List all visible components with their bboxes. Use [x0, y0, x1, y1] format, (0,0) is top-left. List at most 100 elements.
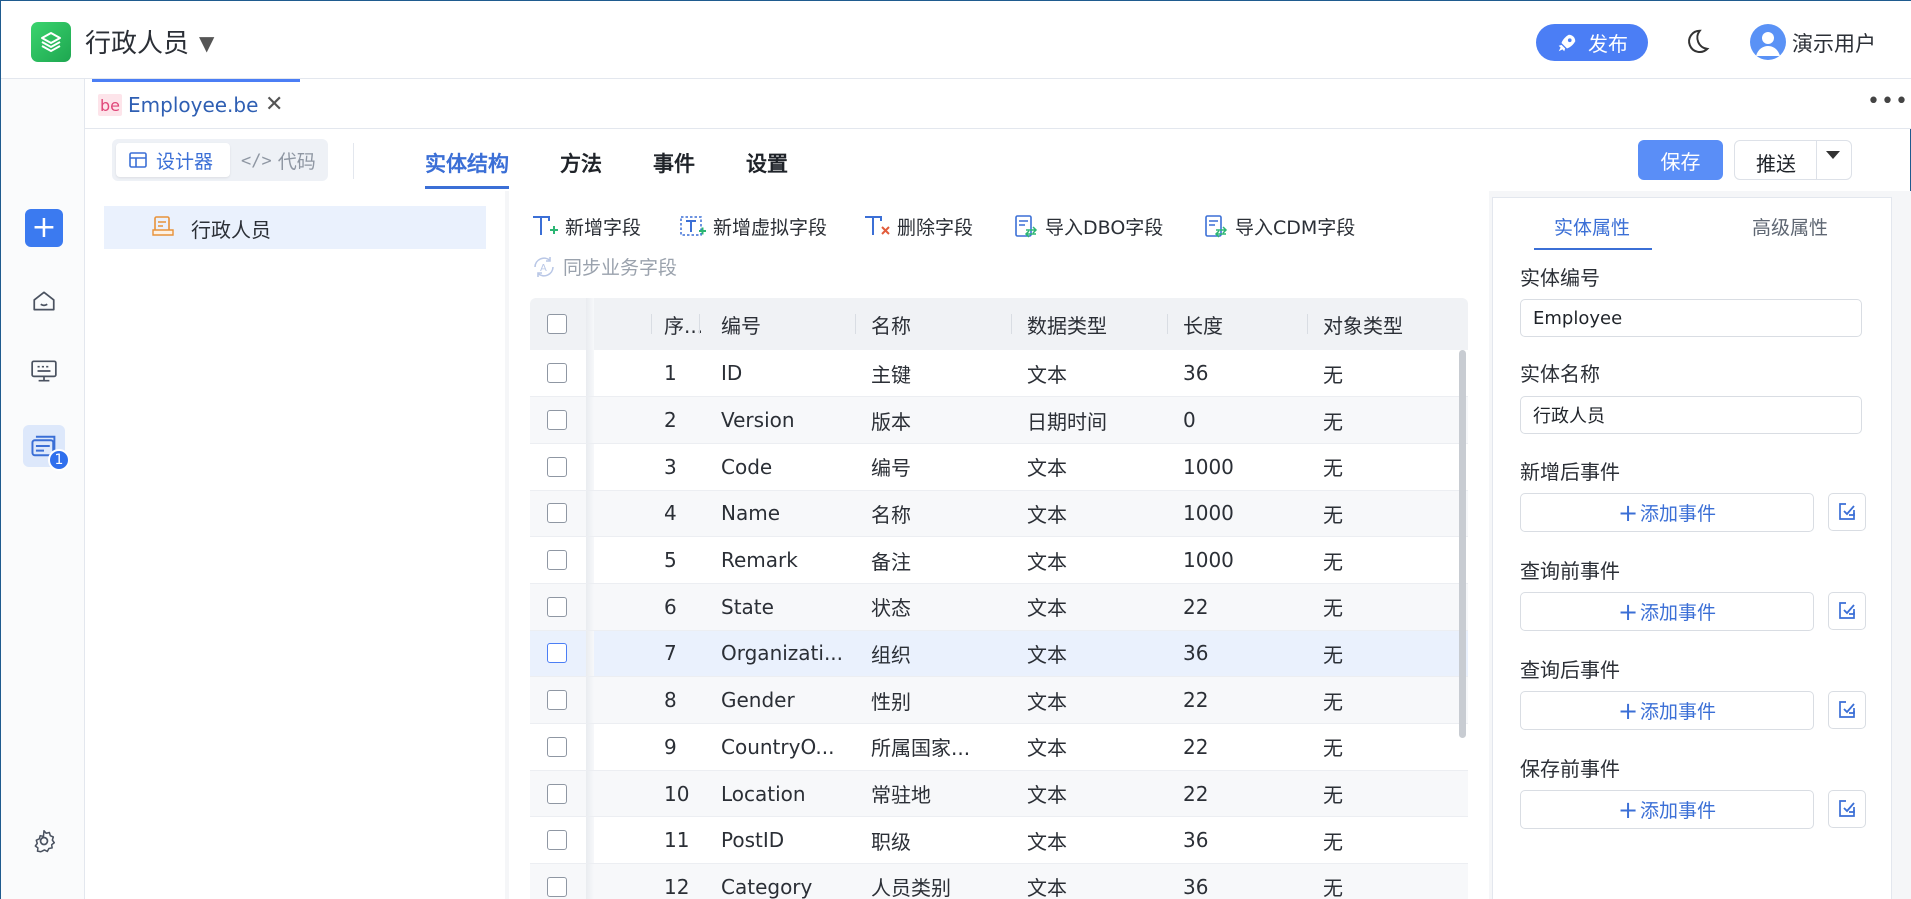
table-scrollbar[interactable]	[1459, 350, 1466, 738]
designer-toggle-button[interactable]: 设计器	[116, 143, 230, 177]
col-header-name[interactable]: 名称	[855, 298, 1011, 350]
table-row[interactable]: 9 CountryO... 所属国家... 文本 22 无	[530, 723, 1468, 771]
import-dbo-button[interactable]: 导入DBO字段	[1013, 213, 1163, 240]
app-switch-caret-icon[interactable]: ▼	[199, 31, 214, 55]
table-row[interactable]: 3 Code 编号 文本 1000 无	[530, 443, 1468, 491]
cell-name: 版本	[871, 409, 911, 434]
table-row[interactable]: 4 Name 名称 文本 1000 无	[530, 490, 1468, 537]
cell-datatype: 文本	[1027, 596, 1067, 621]
add-field-button[interactable]: 新增字段	[531, 213, 641, 240]
file-tab-employee[interactable]: Employee.be	[128, 93, 258, 117]
event-select-button[interactable]	[1828, 592, 1866, 630]
table-row[interactable]: 8 Gender 性别 文本 22 无	[530, 676, 1468, 724]
spacer-cell	[594, 724, 651, 771]
app-logo-icon[interactable]	[31, 22, 71, 62]
row-checkbox[interactable]	[547, 783, 567, 804]
col-header-code[interactable]: 编号	[699, 298, 855, 350]
delete-field-button[interactable]: 删除字段	[863, 213, 973, 240]
app-title[interactable]: 行政人员	[85, 23, 189, 60]
cell-seq: 9	[664, 734, 677, 759]
row-checkbox[interactable]	[547, 690, 567, 711]
event-select-button[interactable]	[1828, 790, 1866, 828]
tab-methods[interactable]: 方法	[560, 148, 602, 178]
cell-objtype: 无	[1323, 362, 1343, 387]
spacer-cell	[594, 864, 651, 899]
table-header-row: 序... 编号 名称 数据类型 长度 对象类型	[530, 298, 1468, 350]
add-event-label: 添加事件	[1640, 503, 1717, 525]
dark-mode-moon-icon[interactable]	[1681, 27, 1711, 61]
spacer-cell	[594, 350, 651, 397]
event-select-button[interactable]	[1828, 493, 1866, 531]
table-row[interactable]: 5 Remark 备注 文本 1000 无	[530, 536, 1468, 584]
entity-code-input[interactable]	[1520, 299, 1862, 337]
add-virtual-field-button[interactable]: 新增虚拟字段	[679, 213, 827, 240]
row-checkbox[interactable]	[547, 363, 567, 384]
import-cdm-button[interactable]: 导入CDM字段	[1203, 213, 1355, 240]
col-header-datatype[interactable]: 数据类型	[1011, 298, 1167, 350]
select-all-cell	[530, 298, 586, 350]
avatar[interactable]	[1750, 24, 1786, 60]
tree-item-label[interactable]: 行政人员	[191, 214, 271, 243]
cell-datatype: 文本	[1027, 642, 1067, 667]
row-checkbox[interactable]	[547, 643, 567, 664]
tab-entity-properties[interactable]: 实体属性	[1554, 213, 1630, 240]
create-plus-button[interactable]: +	[25, 209, 63, 247]
save-button[interactable]: 保存	[1638, 140, 1723, 180]
add-event-button[interactable]: + 添加事件	[1520, 493, 1814, 532]
row-checkbox[interactable]	[547, 876, 567, 897]
close-icon[interactable]: ✕	[265, 92, 283, 117]
row-checkbox[interactable]	[547, 596, 567, 617]
table-row[interactable]: 7 Organizati... 组织 文本 36 无	[530, 630, 1468, 677]
tab-settings[interactable]: 设置	[746, 148, 788, 178]
select-event-icon	[1839, 503, 1855, 520]
cell-name: 人员类别	[871, 876, 951, 899]
entity-name-input[interactable]	[1520, 396, 1862, 434]
monitor-icon[interactable]	[27, 354, 61, 388]
add-event-button[interactable]: + 添加事件	[1520, 790, 1814, 829]
col-header-objtype[interactable]: 对象类型	[1307, 298, 1468, 350]
select-all-checkbox[interactable]	[547, 314, 567, 334]
table-row[interactable]: 2 Version 版本 日期时间 0 无	[530, 396, 1468, 444]
tab-advanced-properties[interactable]: 高级属性	[1752, 213, 1828, 240]
push-dropdown-caret-icon[interactable]	[1826, 151, 1840, 159]
event-select-button[interactable]	[1828, 691, 1866, 729]
cell-code: CountryO...	[721, 734, 835, 759]
row-checkbox[interactable]	[547, 736, 567, 757]
home-icon[interactable]	[27, 284, 61, 318]
tab-events[interactable]: 事件	[653, 148, 695, 178]
code-toggle-button[interactable]: </> 代码	[241, 147, 316, 174]
table-row[interactable]: 1 ID 主键 文本 36 无	[530, 350, 1468, 397]
table-row[interactable]: 10 Location 常驻地 文本 22 无	[530, 770, 1468, 817]
row-checkbox[interactable]	[547, 410, 567, 431]
row-checkbox[interactable]	[547, 503, 567, 524]
cell-length: 36	[1183, 641, 1209, 666]
table-row[interactable]: 11 PostID 职级 文本 36 无	[530, 816, 1468, 864]
cell-objtype: 无	[1323, 783, 1343, 808]
add-event-button[interactable]: + 添加事件	[1520, 691, 1814, 730]
cell-length: 36	[1183, 361, 1209, 386]
tab-entity-structure[interactable]: 实体结构	[425, 148, 509, 178]
table-row[interactable]: 12 Category 人员类别 文本 36 无	[530, 863, 1468, 899]
add-event-button[interactable]: + 添加事件	[1520, 592, 1814, 631]
frozen-shadow	[586, 396, 594, 444]
settings-gear-icon[interactable]	[27, 824, 61, 858]
publish-button[interactable]: 发布	[1536, 24, 1648, 61]
publish-label: 发布	[1588, 32, 1628, 56]
spacer-cell	[594, 583, 651, 630]
cell-name: 职级	[871, 829, 911, 854]
cell-seq: 1	[664, 361, 677, 386]
user-name[interactable]: 演示用户	[1792, 28, 1876, 58]
col-header-seq[interactable]: 序...	[651, 298, 703, 350]
row-checkbox[interactable]	[547, 550, 567, 571]
row-checkbox[interactable]	[547, 456, 567, 477]
add-virtual-field-icon	[680, 215, 706, 236]
spacer-cell	[594, 677, 651, 724]
more-options-icon[interactable]: •••	[1867, 89, 1909, 114]
table-row[interactable]: 6 State 状态 文本 22 无	[530, 583, 1468, 631]
sync-business-field-button[interactable]: A 同步业务字段	[531, 253, 677, 280]
cell-code: Remark	[721, 548, 798, 573]
cell-length: 1000	[1183, 501, 1234, 526]
col-header-length[interactable]: 长度	[1167, 298, 1307, 350]
push-label[interactable]: 推送	[1756, 148, 1796, 177]
row-checkbox[interactable]	[547, 830, 567, 851]
